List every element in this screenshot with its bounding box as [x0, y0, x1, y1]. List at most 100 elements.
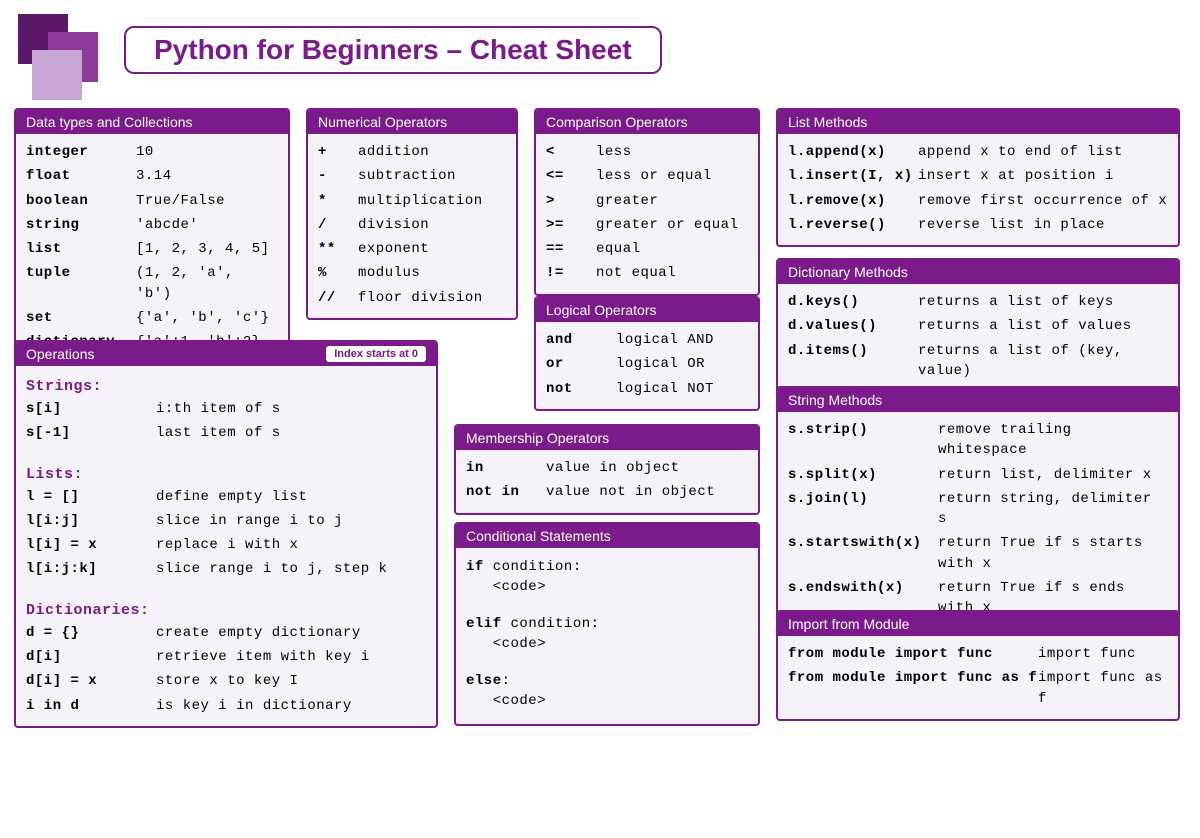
code-key: %: [318, 263, 358, 283]
logo-icon: [14, 10, 104, 90]
code-key: l[i] = x: [26, 535, 156, 555]
cond-block: else: <code>: [466, 668, 748, 715]
code-desc: greater: [596, 191, 748, 211]
row: set{'a', 'b', 'c'}: [26, 306, 278, 330]
code-key: s.startswith(x): [788, 533, 938, 574]
code-key: l.reverse(): [788, 215, 918, 235]
code-key: set: [26, 308, 136, 328]
code-desc: equal: [596, 239, 748, 259]
row: andlogical AND: [546, 328, 748, 352]
card-title: Data types and Collections: [26, 114, 193, 130]
row: l[i] = xreplace i with x: [26, 533, 426, 557]
row: l = []define empty list: [26, 485, 426, 509]
cond-keyword: else: [466, 673, 502, 689]
cond-block: elif condition: <code>: [466, 611, 748, 658]
row: //floor division: [318, 286, 506, 310]
code-desc: slice in range i to j: [156, 511, 426, 531]
code-desc: True/False: [136, 191, 278, 211]
row: s[-1]last item of s: [26, 421, 426, 445]
row: list[1, 2, 3, 4, 5]: [26, 237, 278, 261]
row: integer10: [26, 140, 278, 164]
code-key: >=: [546, 215, 596, 235]
row: s.startswith(x)return True if s starts w…: [788, 531, 1168, 576]
content-area: Data types and Collections integer10floa…: [14, 108, 1186, 828]
row: string'abcde': [26, 213, 278, 237]
code-desc: returns a list of (key, value): [918, 341, 1168, 382]
code-key: s.join(l): [788, 489, 938, 530]
code-desc: remove first occurrence of x: [918, 191, 1168, 211]
code-desc: i:th item of s: [156, 399, 426, 419]
code-key: tuple: [26, 263, 136, 304]
code-key: <=: [546, 166, 596, 186]
code-key: /: [318, 215, 358, 235]
code-desc: subtraction: [358, 166, 506, 186]
code-key: <: [546, 142, 596, 162]
card-numerical-operators: Numerical Operators +addition-subtractio…: [306, 108, 518, 320]
code-desc: addition: [358, 142, 506, 162]
code-desc: returns a list of values: [918, 316, 1168, 336]
code-key: boolean: [26, 191, 136, 211]
code-desc: import func as f: [1038, 668, 1168, 709]
code-key: float: [26, 166, 136, 186]
code-desc: import func: [1038, 644, 1168, 664]
row: %modulus: [318, 261, 506, 285]
code-desc: remove trailing whitespace: [938, 420, 1168, 461]
page-header: Python for Beginners – Cheat Sheet: [14, 10, 1190, 90]
code-key: +: [318, 142, 358, 162]
code-key: d.values(): [788, 316, 918, 336]
row: s[i]i:th item of s: [26, 397, 426, 421]
row: d = {}create empty dictionary: [26, 621, 426, 645]
code-desc: not equal: [596, 263, 748, 283]
code-desc: less or equal: [596, 166, 748, 186]
code-key: l = []: [26, 487, 156, 507]
card-title: Conditional Statements: [466, 528, 611, 544]
code-desc: reverse list in place: [918, 215, 1168, 235]
row: d.keys()returns a list of keys: [788, 290, 1168, 314]
row: l.append(x)append x to end of list: [788, 140, 1168, 164]
code-desc: 3.14: [136, 166, 278, 186]
row: !=not equal: [546, 261, 748, 285]
row: l[i:j]slice in range i to j: [26, 509, 426, 533]
row: d[i] = xstore x to key I: [26, 669, 426, 693]
row: booleanTrue/False: [26, 189, 278, 213]
row: <=less or equal: [546, 164, 748, 188]
code-key: **: [318, 239, 358, 259]
code-key: l[i:j:k]: [26, 559, 156, 579]
code-key: *: [318, 191, 358, 211]
card-title: Operations: [26, 346, 94, 362]
code-key: i in d: [26, 696, 156, 716]
code-desc: define empty list: [156, 487, 426, 507]
code-key: from module import func: [788, 644, 1038, 664]
code-key: l.append(x): [788, 142, 918, 162]
code-key: //: [318, 288, 358, 308]
code-key: >: [546, 191, 596, 211]
row: l[i:j:k]slice range i to j, step k: [26, 557, 426, 581]
section-head: Dictionaries:: [26, 596, 426, 621]
code-desc: return True if s starts with x: [938, 533, 1168, 574]
card-operations: Operations Index starts at 0 Strings:s[i…: [14, 340, 438, 728]
code-key: d[i]: [26, 647, 156, 667]
code-key: ==: [546, 239, 596, 259]
code-desc: [1, 2, 3, 4, 5]: [136, 239, 278, 259]
code-key: s.strip(): [788, 420, 938, 461]
code-desc: 10: [136, 142, 278, 162]
code-desc: return string, delimiter s: [938, 489, 1168, 530]
code-desc: replace i with x: [156, 535, 426, 555]
code-key: in: [466, 458, 546, 478]
code-desc: floor division: [358, 288, 506, 308]
code-key: not: [546, 379, 616, 399]
row: float3.14: [26, 164, 278, 188]
code-desc: multiplication: [358, 191, 506, 211]
section-head: Strings:: [26, 372, 426, 397]
code-key: l.remove(x): [788, 191, 918, 211]
code-desc: 'abcde': [136, 215, 278, 235]
code-key: s[i]: [26, 399, 156, 419]
code-desc: insert x at position i: [918, 166, 1168, 186]
row: s.strip()remove trailing whitespace: [788, 418, 1168, 463]
code-desc: value in object: [546, 458, 748, 478]
code-desc: append x to end of list: [918, 142, 1168, 162]
section-head: Lists:: [26, 460, 426, 485]
code-desc: value not in object: [546, 482, 748, 502]
code-key: d = {}: [26, 623, 156, 643]
code-desc: (1, 2, 'a', 'b'): [136, 263, 278, 304]
